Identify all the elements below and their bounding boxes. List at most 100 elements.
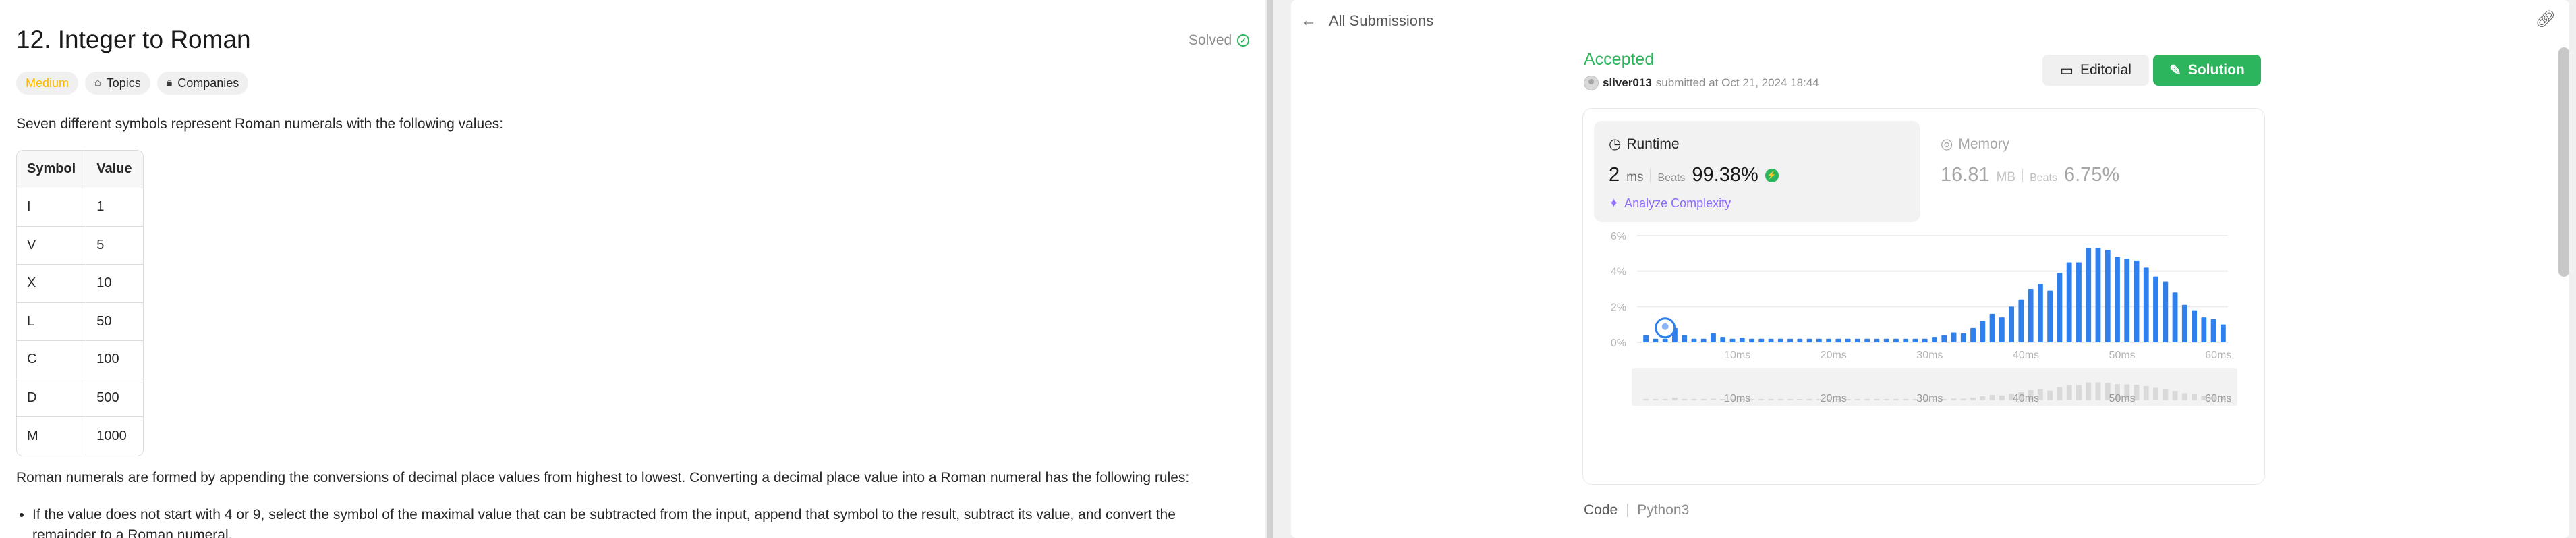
analyze-complexity-link[interactable]: ✦ Analyze Complexity xyxy=(1609,196,1731,211)
solution-button[interactable]: ✎ Solution xyxy=(2153,55,2261,86)
app-root: 12. Integer to Roman Solved ✓ Medium ⌂ T… xyxy=(0,0,2576,538)
chart-bar xyxy=(1711,333,1716,342)
table-row: C 100 xyxy=(17,341,144,379)
avatar[interactable] xyxy=(1584,76,1599,90)
companies-tag[interactable]: 🔒︎ Companies xyxy=(156,72,249,95)
username[interactable]: sliver013 xyxy=(1603,76,1652,90)
chart-bar xyxy=(2143,267,2149,342)
navigator-bar xyxy=(2181,393,2187,400)
runtime-beats-label: Beats xyxy=(1657,172,1686,184)
chart-bar xyxy=(2153,276,2158,342)
chart-bar xyxy=(2105,250,2111,342)
symbol-cell: V xyxy=(17,226,87,265)
navigator-bar xyxy=(1960,398,1966,400)
navigator-bar xyxy=(1980,396,1986,400)
navigator-bar xyxy=(1787,399,1793,400)
navigator-bar xyxy=(1854,399,1860,400)
x-tick-label: 30ms xyxy=(1916,350,1943,361)
scrollbar[interactable] xyxy=(2558,47,2569,277)
back-label: All Submissions xyxy=(1329,12,1434,29)
editorial-label: Editorial xyxy=(2080,62,2131,78)
navigator-bar xyxy=(1893,399,1899,400)
analyze-label: Analyze Complexity xyxy=(1624,196,1731,210)
chart-bar xyxy=(2009,306,2015,342)
y-tick-label: 0% xyxy=(1611,338,1626,349)
runtime-box[interactable]: ◷ Runtime 2 ms Beats 99.38% ⚡ ✦ Analyze … xyxy=(1594,121,1920,222)
chart-bar xyxy=(2220,324,2226,342)
solution-label: Solution xyxy=(2187,62,2245,78)
chart-bar xyxy=(2201,317,2207,342)
chart-bar xyxy=(1912,338,1918,342)
chart-bar xyxy=(2018,299,2024,342)
value-cell: 500 xyxy=(86,379,144,417)
runtime-unit: ms xyxy=(1626,170,1644,184)
navigator-bar xyxy=(1758,399,1765,400)
language-label: Python3 xyxy=(1637,502,1690,518)
chart-bar xyxy=(2192,310,2198,342)
sparkle-icon: ✦ xyxy=(1609,196,1620,210)
x-tick-label: 10ms xyxy=(1724,350,1750,361)
companies-label: Companies xyxy=(177,76,239,90)
chart-bar xyxy=(2172,292,2178,342)
navigator-bar xyxy=(1700,399,1707,400)
divider xyxy=(2022,168,2024,182)
value-cell: 1 xyxy=(86,188,144,227)
arrow-left-icon: ← xyxy=(1300,11,1317,30)
difficulty-badge[interactable]: Medium xyxy=(16,72,79,95)
value-cell: 5 xyxy=(86,227,144,265)
divider xyxy=(1650,168,1651,182)
rules-paragraph: Roman numerals are formed by appending t… xyxy=(16,470,1190,485)
memory-unit: MB xyxy=(1996,170,2016,184)
chart-bar xyxy=(1951,332,1957,342)
chart-bar xyxy=(1932,337,1937,342)
chart-bar xyxy=(2028,289,2034,342)
navigator-bar xyxy=(2143,386,2149,400)
submission-topbar: ← All Submissions 🔗︎ xyxy=(1291,0,2569,39)
chart-bar xyxy=(2066,262,2072,342)
navigator-bar xyxy=(1643,399,1649,400)
clock-icon: ◷ xyxy=(1609,136,1622,152)
resize-bar[interactable] xyxy=(1267,0,1273,538)
chart-bar xyxy=(2124,259,2130,342)
rules-list: If the value does not start with 4 or 9,… xyxy=(16,505,1190,538)
solved-status: Solved ✓ xyxy=(1189,32,1250,49)
memory-box[interactable]: ◎ Memory 16.81 MB Beats 6.75% xyxy=(1926,121,2252,222)
runtime-distribution-chart[interactable]: 0% 2% 4% 6% 10ms 20ms 30ms 40ms 50ms 60ms 10ms 20ms… xyxy=(1583,230,2266,481)
navigator-bar xyxy=(2153,387,2158,400)
navigator-bar xyxy=(1711,398,1716,400)
runtime-header: ◷ Runtime xyxy=(1609,136,1680,153)
chart-bar xyxy=(1999,317,2005,342)
runtime-label: Runtime xyxy=(1626,136,1680,152)
navigator-bar xyxy=(1883,399,1889,400)
chart-bar xyxy=(1893,338,1899,342)
value-cell: 50 xyxy=(86,303,144,341)
book-icon: ▭ xyxy=(2060,62,2073,78)
chart-bar xyxy=(1758,338,1765,342)
chart-bar xyxy=(2210,319,2216,342)
panel-resize-handle[interactable] xyxy=(1265,0,1291,538)
navigator-tick-label: 20ms xyxy=(1821,393,1847,404)
link-icon[interactable]: 🔗︎ xyxy=(2536,9,2556,29)
topics-tag[interactable]: ⌂ Topics xyxy=(85,72,150,95)
all-submissions-link[interactable]: ← All Submissions xyxy=(1300,11,1433,30)
y-tick-label: 4% xyxy=(1611,267,1626,278)
chart-bar xyxy=(1653,338,1659,342)
navigator-bar xyxy=(2047,390,2053,400)
y-tick-label: 2% xyxy=(1611,302,1626,313)
navigator-tick-label: 10ms xyxy=(1724,393,1750,404)
topics-label: Topics xyxy=(106,76,141,90)
table-row: V5 xyxy=(17,226,144,265)
navigator-bar xyxy=(1806,399,1812,400)
chart-bar xyxy=(1739,338,1745,342)
navigator-bar xyxy=(1671,398,1678,400)
memory-stats: 16.81 MB Beats 6.75% xyxy=(1941,164,2119,186)
navigator-bar xyxy=(1970,398,1976,400)
navigator-bar xyxy=(1682,399,1688,400)
chart-bar xyxy=(1787,338,1793,342)
editorial-button[interactable]: ▭ Editorial xyxy=(2042,55,2149,86)
navigator-bar xyxy=(1903,399,1909,400)
value-cell: 10 xyxy=(86,265,144,303)
memory-beats-value: 6.75% xyxy=(2064,164,2120,186)
symbol-cell: X xyxy=(17,265,87,303)
chart-bar xyxy=(2115,257,2120,342)
